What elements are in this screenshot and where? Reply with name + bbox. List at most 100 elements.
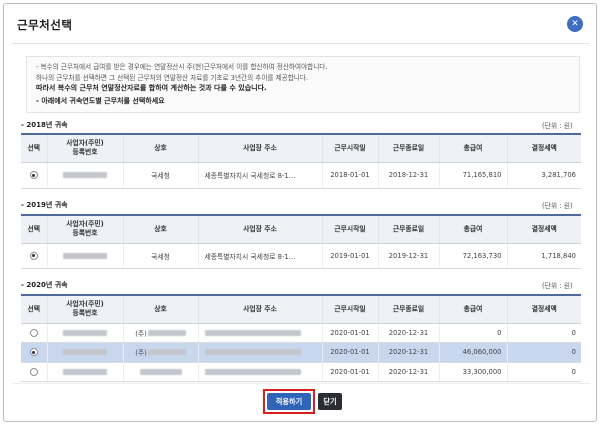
tax-cell: 3,281,706 <box>507 162 581 189</box>
start-cell: 2019-01-01 <box>322 243 379 269</box>
end-cell: 2018-12-31 <box>378 162 440 189</box>
col-name: 상호 <box>123 133 199 163</box>
col-end: 근무종료일 <box>378 133 440 163</box>
select-radio[interactable] <box>29 348 38 356</box>
col-select: 선택 <box>21 133 48 163</box>
col-end: 근무종료일 <box>378 294 440 324</box>
col-name: 상호 <box>123 214 199 244</box>
bizno-cell <box>47 243 124 269</box>
table-header-row: 선택 사업자(주민) 등록번호 상호 사업장 주소 근무시작일 근무종료일 총급… <box>21 294 581 324</box>
unit-label-2019: (단위 : 원) <box>542 202 573 210</box>
name-cell <box>123 362 199 382</box>
end-cell: 2019-12-31 <box>378 243 440 269</box>
address-cell: 세종특별자치시 국세청로 8-1… <box>198 162 323 189</box>
table-2019: 선택 사업자(주민) 등록번호 상호 사업장 주소 근무시작일 근무종료일 총급… <box>21 214 581 269</box>
col-bizno-line1: 사업자(주민) <box>66 220 104 229</box>
tax-cell: 0 <box>507 323 581 343</box>
dialog-title: 근무처선택 <box>17 18 73 32</box>
col-address: 사업장 주소 <box>198 133 323 163</box>
select-cell[interactable] <box>21 362 48 382</box>
col-bizno-line2: 등록번호 <box>72 229 98 238</box>
section-title-2019: - 2019년 귀속 <box>21 201 68 209</box>
col-bizno-line1: 사업자(주민) <box>66 139 104 148</box>
select-radio[interactable] <box>29 171 38 179</box>
col-address: 사업장 주소 <box>198 294 323 324</box>
table-header-row: 선택 사업자(주민) 등록번호 상호 사업장 주소 근무시작일 근무종료일 총급… <box>21 133 581 163</box>
select-radio[interactable] <box>29 328 38 337</box>
col-name: 상호 <box>123 294 199 324</box>
name-prefix: (주) <box>135 349 147 357</box>
name-cell: 국세청 <box>123 162 199 189</box>
redacted-name <box>147 329 186 336</box>
name-cell: 국세청 <box>123 243 199 269</box>
table-row[interactable]: 국세청 세종특별자치시 국세청로 8-1… 2019-01-01 2019-12… <box>21 243 581 269</box>
col-total: 총급여 <box>439 294 508 324</box>
close-button[interactable]: 닫기 <box>318 393 342 410</box>
start-cell: 2020-01-01 <box>322 323 379 343</box>
dialog-header: 근무처선택 <box>4 4 596 44</box>
start-cell: 2020-01-01 <box>322 362 379 382</box>
col-total: 총급여 <box>439 214 508 244</box>
name-cell: (주) <box>123 323 199 343</box>
table-row[interactable]: (주) 2020-01-01 2020-12-31 0 0 <box>21 323 581 343</box>
footer-divider <box>12 383 590 384</box>
select-cell[interactable] <box>21 243 48 269</box>
table-row[interactable]: 2020-01-01 2020-12-31 33,300,000 0 <box>21 362 581 382</box>
col-tax: 결정세액 <box>507 214 581 244</box>
end-cell: 2020-12-31 <box>378 323 440 343</box>
section-title-2020: - 2020년 귀속 <box>21 281 68 289</box>
address-cell <box>198 362 323 382</box>
table-header-row: 선택 사업자(주민) 등록번호 상호 사업장 주소 근무시작일 근무종료일 총급… <box>21 214 581 244</box>
redacted-bizno <box>63 172 107 178</box>
total-cell: 0 <box>439 323 508 343</box>
header-divider <box>12 43 590 44</box>
name-cell: (주) <box>123 342 199 363</box>
close-icon[interactable]: ✕ <box>567 16 583 32</box>
redacted-address <box>204 329 301 336</box>
bizno-cell <box>47 323 124 343</box>
redacted-bizno <box>63 329 107 336</box>
col-start: 근무시작일 <box>322 133 379 163</box>
total-cell: 72,163,730 <box>439 243 508 269</box>
section-title-2018: - 2018년 귀속 <box>21 121 68 129</box>
table-2020: 선택 사업자(주민) 등록번호 상호 사업장 주소 근무시작일 근무종료일 총급… <box>21 294 581 382</box>
tax-cell: 1,718,840 <box>507 243 581 269</box>
select-cell[interactable] <box>21 342 48 363</box>
select-cell[interactable] <box>21 162 48 189</box>
col-tax: 결정세액 <box>507 294 581 324</box>
col-total: 총급여 <box>439 133 508 163</box>
notice-line-2: 하나의 근무처를 선택하면 그 선택된 근무처의 연말정산 자료를 기초로 3년… <box>36 73 308 82</box>
col-bizno: 사업자(주민) 등록번호 <box>47 214 124 244</box>
redacted-name <box>147 349 186 355</box>
name-prefix: (주) <box>135 329 147 338</box>
select-cell[interactable] <box>21 323 48 343</box>
notice-line-3: 따라서 복수의 근무처 연말정산자료를 합하여 계산하는 것과 다를 수 있습니… <box>36 84 267 92</box>
total-cell: 33,300,000 <box>439 362 508 382</box>
bizno-cell <box>47 362 124 382</box>
col-tax: 결정세액 <box>507 133 581 163</box>
col-bizno-line2: 등록번호 <box>72 148 98 157</box>
total-cell: 46,060,000 <box>439 342 508 363</box>
table-row-selected[interactable]: (주) 2020-01-01 2020-12-31 46,060,000 0 <box>21 342 581 363</box>
select-radio[interactable] <box>29 367 38 376</box>
table-row[interactable]: 국세청 세종특별자치시 국세청로 8-1… 2018-01-01 2018-12… <box>21 162 581 189</box>
col-bizno-line1: 사업자(주민) <box>66 300 104 309</box>
col-start: 근무시작일 <box>322 294 379 324</box>
address-cell: 세종특별자치시 국세청로 8-1… <box>198 243 323 269</box>
address-cell <box>198 323 323 343</box>
redacted-address <box>204 349 301 355</box>
tax-cell: 0 <box>507 362 581 382</box>
tax-cell: 0 <box>507 342 581 363</box>
notice-line-4: - 아래에서 귀속연도별 근무처를 선택하세요 <box>36 96 165 105</box>
col-start: 근무시작일 <box>322 214 379 244</box>
unit-label-2020: (단위 : 원) <box>542 282 573 290</box>
col-end: 근무종료일 <box>378 214 440 244</box>
bizno-cell <box>47 342 124 363</box>
address-cell <box>198 342 323 363</box>
select-radio[interactable] <box>29 251 38 260</box>
total-cell: 71,165,810 <box>439 162 508 189</box>
apply-button[interactable]: 적용하기 <box>267 393 311 410</box>
redacted-address <box>204 368 301 375</box>
bizno-cell <box>47 162 124 189</box>
notice-box: - 복수의 근무처에서 급여를 받은 경우에는 연말정산시 주(현)근무처에서 … <box>26 56 580 113</box>
